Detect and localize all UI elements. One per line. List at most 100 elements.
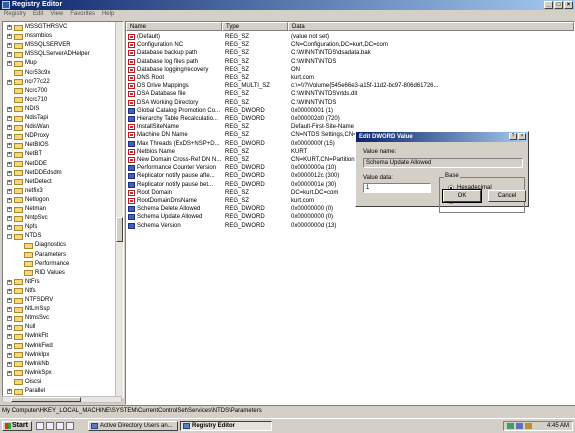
tree-node[interactable]: RID Values (17, 269, 65, 278)
expand-toggle-icon[interactable]: + (7, 134, 12, 140)
tree-node[interactable]: + NwlnkFlt (7, 332, 48, 341)
value-row[interactable]: (Default) REG_SZ (value not set) (126, 33, 574, 41)
quicklaunch-ie-icon[interactable] (36, 422, 44, 430)
tree-node[interactable]: + NwlnkFwd (7, 342, 53, 351)
menu-edit[interactable]: Edit (33, 10, 43, 19)
menu-registry[interactable]: Registry (4, 10, 26, 19)
value-row[interactable]: DSA Database file REG_SZ C:\WINNT\NTDS\ntd… (126, 90, 574, 98)
value-row[interactable]: DNS Root REG_SZ kurt.com (126, 74, 574, 82)
value-row[interactable]: Database logging/recovery REG_SZ ON (126, 66, 574, 74)
column-header-type[interactable]: Type (222, 22, 288, 31)
tree-node[interactable]: + Netman (7, 205, 46, 214)
tree-node[interactable]: + NetBIOS (7, 141, 49, 150)
tree-node[interactable]: + NDProxy (7, 132, 49, 141)
network-tray-icon[interactable] (507, 423, 514, 429)
tree-node[interactable]: + NetDetect (7, 178, 52, 187)
expand-toggle-icon[interactable]: + (7, 125, 12, 131)
tree-scroll-thumb[interactable] (116, 217, 123, 242)
value-data-input[interactable]: 1 (363, 183, 431, 193)
expand-toggle-icon[interactable]: + (7, 25, 12, 30)
dialog-help-button[interactable]: ? (509, 133, 517, 140)
tree-node[interactable]: + NntpSvc (7, 214, 48, 223)
registry-tree-pane[interactable]: + MSSGTHRSVC + mssmbios + MSSQLSERVER + MSSQLSe… (2, 21, 124, 398)
expand-toggle-icon[interactable]: + (7, 352, 12, 358)
expand-toggle-icon[interactable]: + (7, 307, 12, 313)
menu-favorites[interactable]: Favorites (70, 10, 95, 19)
expand-toggle-icon[interactable]: + (7, 288, 12, 294)
tree-node[interactable]: + NtmsSvc (7, 314, 49, 323)
expand-toggle-icon[interactable]: + (7, 325, 12, 331)
expand-toggle-icon[interactable]: + (7, 188, 12, 194)
tree-node[interactable]: + Ntfs (7, 287, 36, 296)
expand-toggle-icon[interactable]: + (7, 343, 12, 349)
tree-node[interactable]: + NtLmSsp (7, 305, 50, 314)
expand-toggle-icon[interactable]: + (7, 197, 12, 203)
tree-node[interactable]: + mssmbios (7, 32, 52, 41)
tree-node[interactable]: + netfix3 (7, 187, 43, 196)
expand-toggle-icon[interactable]: + (7, 225, 12, 231)
value-row[interactable]: Global Catalog Promotion Co... REG_DWORD 0… (126, 107, 574, 115)
value-row[interactable]: Schema Version REG_DWORD 0x0000000d (13) (126, 222, 574, 230)
tree-node[interactable]: + NdisTapi (7, 114, 48, 123)
tree-node[interactable]: + MSSQLServerADHelper (7, 50, 90, 59)
expand-toggle-icon[interactable]: + (7, 61, 12, 67)
value-row[interactable]: Schema Update Allowed REG_DWORD 0x00000000… (126, 213, 574, 221)
value-row[interactable]: Configuration NC REG_SZ CN=Configuration,D… (126, 41, 574, 49)
expand-toggle-icon[interactable]: + (7, 143, 12, 149)
task-active-directory[interactable]: Active Directory Users an... (88, 421, 178, 431)
value-row[interactable]: Hierarchy Table Recalculatio... REG_DWORD… (126, 115, 574, 123)
tree-node[interactable]: Ncr53c9x (7, 69, 50, 78)
value-row[interactable]: DS Drive Mappings REG_MULTI_SZ c:\=\\?\Vol… (126, 82, 574, 90)
tree-node[interactable]: + NetDDEdsdm (7, 169, 62, 178)
menu-help[interactable]: Help (102, 10, 114, 19)
expand-toggle-icon[interactable]: + (7, 279, 12, 285)
value-name-field[interactable]: Schema Update Allowed (363, 158, 523, 168)
monitor-tray-icon[interactable] (516, 423, 523, 429)
column-header-name[interactable]: Name (126, 22, 222, 31)
close-window-button[interactable]: × (564, 1, 573, 9)
tree-node[interactable]: + MSSQLSERVER (7, 41, 71, 50)
tree-node[interactable]: + NetDDE (7, 160, 47, 169)
tree-node[interactable]: + NdisWan (7, 123, 49, 132)
expand-toggle-icon[interactable]: + (7, 334, 12, 340)
expand-toggle-icon[interactable]: + (7, 207, 12, 212)
expand-toggle-icon[interactable]: + (7, 79, 12, 85)
tree-node[interactable]: Ncrc710 (7, 96, 47, 105)
values-list-pane[interactable]: Name Type Data (Default) REG_SZ (value not… (125, 21, 575, 405)
tree-node[interactable]: Oiscsi (7, 378, 41, 387)
tree-node[interactable]: + Null (7, 323, 35, 332)
expand-toggle-icon[interactable]: + (7, 216, 12, 222)
expand-toggle-icon[interactable]: + (7, 106, 12, 112)
window-titlebar[interactable]: Registry Editor _ □ × (0, 0, 575, 10)
value-row[interactable]: Database backup path REG_SZ C:\WINNT\NTDS\… (126, 49, 574, 57)
tree-node[interactable]: + Mup (7, 59, 37, 68)
column-header-data[interactable]: Data (288, 22, 574, 31)
expand-toggle-icon[interactable]: + (7, 161, 12, 167)
quicklaunch-outlook-icon[interactable] (66, 422, 74, 430)
tree-node[interactable]: + NTFSDRV (7, 296, 53, 305)
quicklaunch-desktop-icon[interactable] (56, 422, 64, 430)
tree-node[interactable]: + NwlnkIpx (7, 351, 49, 360)
tree-node[interactable]: Performance (17, 260, 69, 269)
menu-view[interactable]: View (50, 10, 63, 19)
expand-toggle-icon[interactable]: + (7, 170, 12, 176)
cancel-button[interactable]: Cancel (488, 190, 526, 202)
tree-node[interactable]: + NwlnkSpx (7, 369, 52, 378)
expand-toggle-icon[interactable]: - (7, 234, 12, 240)
dialog-title[interactable]: Edit DWORD Value (356, 132, 528, 142)
expand-toggle-icon[interactable]: + (7, 179, 12, 185)
value-row[interactable]: Database log files path REG_SZ C:\WINNT\NT… (126, 58, 574, 66)
expand-toggle-icon[interactable]: + (7, 361, 12, 367)
tree-node[interactable]: + NDIS (7, 105, 39, 114)
tree-node[interactable]: + Netlogon (7, 196, 49, 205)
start-button[interactable]: Start (2, 421, 32, 431)
tree-node[interactable]: + NwlnkNb (7, 360, 49, 369)
tree-vertical-scrollbar[interactable] (115, 22, 123, 397)
tree-hscroll-thumb[interactable] (11, 397, 81, 402)
tree-node[interactable]: + MSSGTHRSVC (7, 23, 67, 32)
expand-toggle-icon[interactable]: + (7, 43, 12, 49)
tree-node[interactable]: + ncr77c22 (7, 78, 50, 87)
maximize-button[interactable]: □ (554, 1, 563, 9)
expand-toggle-icon[interactable]: + (7, 298, 12, 303)
value-row[interactable]: DSA Working Directory REG_SZ C:\WINNT\NTDS (126, 99, 574, 107)
